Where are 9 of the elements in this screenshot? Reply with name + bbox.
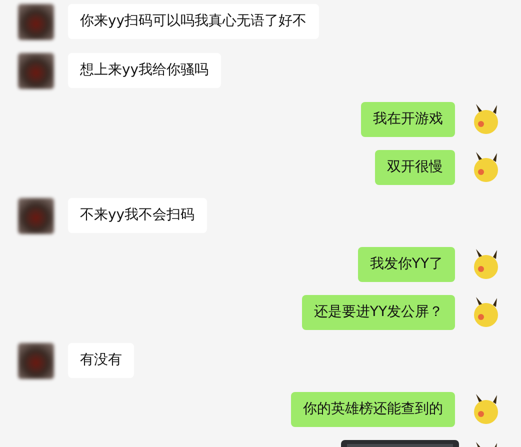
message-bubble: 双开很慢: [375, 150, 455, 185]
message-bubble: 想上来yy我给你骚吗: [68, 53, 221, 88]
message-bubble: 你的英雄榜还能查到的: [291, 392, 455, 427]
message-bubble: 你来yy扫码可以吗我真心无语了好不: [68, 4, 319, 39]
message-bubble: 有没有: [68, 343, 134, 378]
message-bubble: 我在开游戏: [361, 102, 455, 137]
message-bubble: 还是要进YY发公屏？: [302, 295, 455, 330]
message-bubble: 我发你YY了: [358, 247, 455, 282]
message-bubble: 不来yy我不会扫码: [68, 198, 207, 233]
